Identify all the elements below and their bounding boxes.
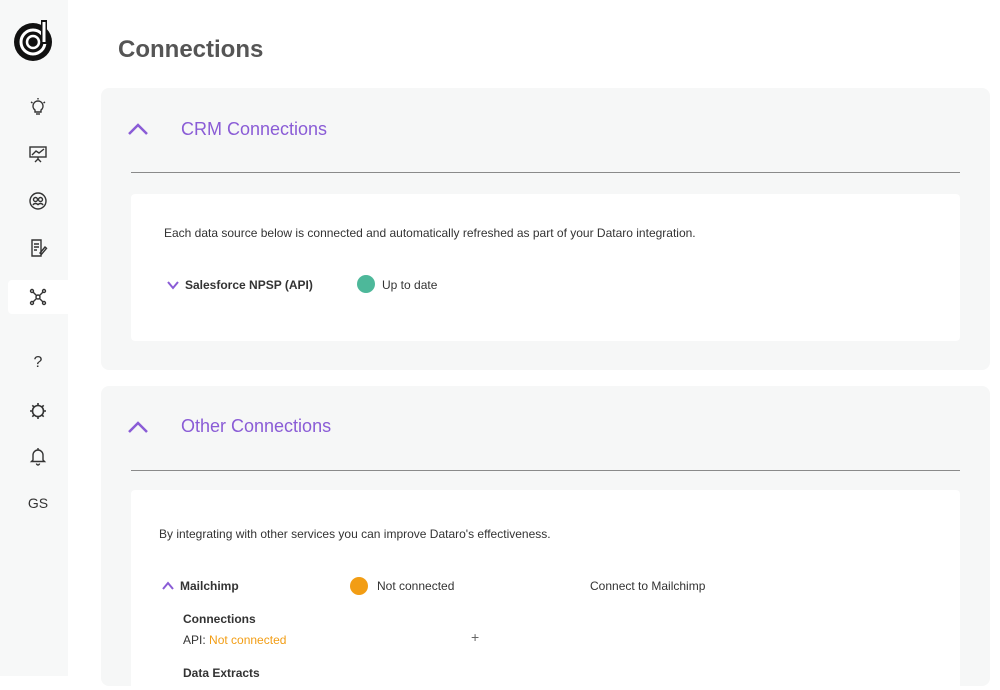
sidebar-item-account[interactable]: GS: [8, 486, 68, 520]
connect-to-mailchimp-link[interactable]: Connect to Mailchimp: [590, 579, 705, 593]
bell-icon: [29, 448, 47, 466]
account-initials: GS: [27, 495, 49, 511]
page-title: Connections: [118, 36, 264, 63]
other-connections-panel: Other Connections By integrating with ot…: [101, 386, 990, 690]
sidebar: ? GS: [0, 0, 68, 676]
help-icon: ?: [33, 354, 43, 371]
sidebar-item-help[interactable]: ?: [8, 346, 68, 380]
connections-subheading: Connections: [183, 612, 256, 626]
source-name: Salesforce NPSP (API): [185, 278, 313, 292]
source-row-salesforce[interactable]: Salesforce NPSP (API): [167, 275, 313, 295]
chevron-down-icon[interactable]: [167, 280, 179, 290]
network-nodes-icon: [29, 288, 47, 306]
add-api-connection-button[interactable]: +: [471, 629, 479, 645]
other-connections-header[interactable]: Other Connections: [101, 386, 990, 470]
api-status: Not connected: [209, 633, 287, 647]
chevron-up-icon[interactable]: [162, 581, 174, 591]
sidebar-item-settings[interactable]: [8, 394, 68, 428]
divider: [131, 172, 960, 173]
data-extracts-subheading: Data Extracts: [183, 666, 260, 680]
crm-connections-title: CRM Connections: [181, 119, 328, 139]
source-row-mailchimp[interactable]: Mailchimp: [162, 576, 239, 596]
source-name: Mailchimp: [180, 579, 239, 593]
status-text: Not connected: [377, 579, 455, 593]
gear-icon: [30, 403, 46, 419]
crm-connections-card: Each data source below is connected and …: [131, 194, 960, 341]
sidebar-item-connections[interactable]: [8, 280, 68, 314]
sidebar-item-notifications[interactable]: [8, 439, 68, 473]
crm-description: Each data source below is connected and …: [164, 226, 696, 240]
document-edit-icon: [31, 239, 48, 257]
api-connection-line: API: Not connected: [183, 633, 286, 647]
status-dot-not-connected: [350, 577, 368, 595]
divider: [131, 470, 960, 471]
crm-connections-panel: CRM Connections Each data source below i…: [101, 88, 990, 370]
chevron-up-icon[interactable]: [127, 122, 149, 136]
crm-connections-header[interactable]: CRM Connections: [101, 88, 990, 172]
chevron-up-icon[interactable]: [127, 420, 149, 434]
sidebar-item-audience[interactable]: [8, 184, 68, 218]
other-connections-card: By integrating with other services you c…: [131, 490, 960, 690]
status-text: Up to date: [382, 278, 438, 292]
presentation-chart-icon: [29, 146, 47, 163]
lightbulb-icon: [30, 98, 46, 115]
users-circle-icon: [29, 192, 47, 210]
status-dot-up-to-date: [357, 275, 375, 293]
sidebar-item-campaigns[interactable]: [8, 231, 68, 265]
dataro-logo-icon[interactable]: [13, 18, 53, 62]
api-label: API:: [183, 633, 206, 647]
sidebar-item-reports[interactable]: [8, 137, 68, 171]
other-description: By integrating with other services you c…: [159, 527, 551, 541]
other-connections-title: Other Connections: [181, 416, 332, 436]
sidebar-item-insights[interactable]: [8, 90, 68, 124]
